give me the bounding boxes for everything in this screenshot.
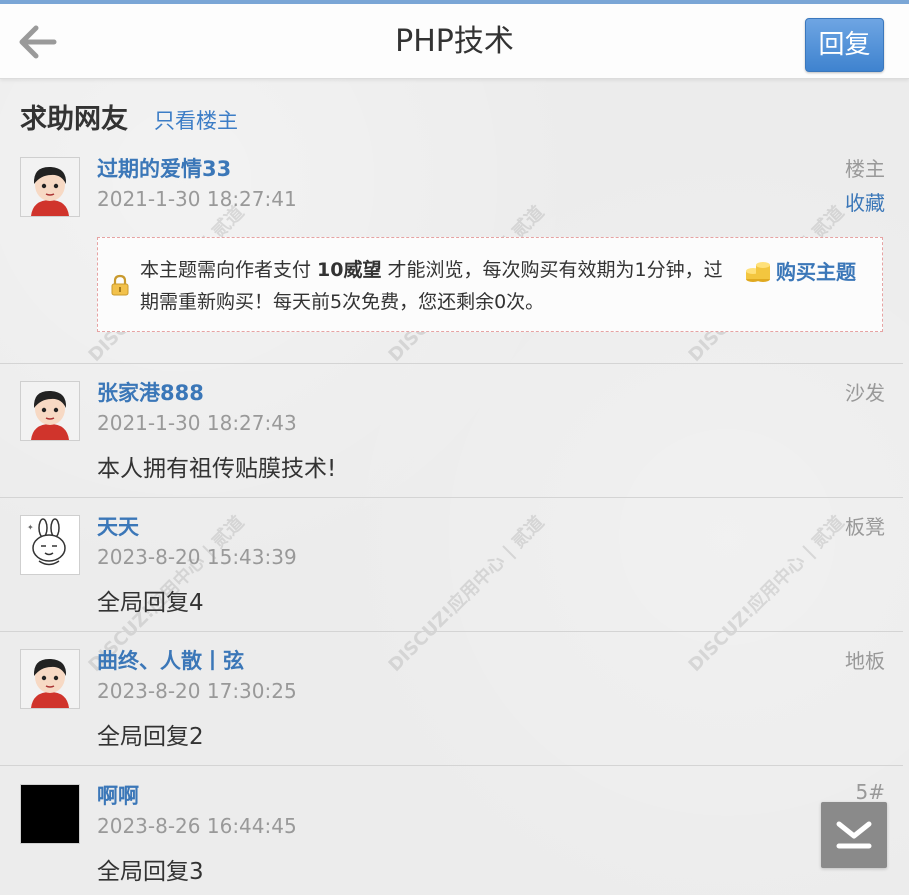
post-author[interactable]: 曲终、人散丨弦 [97, 645, 244, 675]
post-item: 啊啊 2023-8-26 16:44:45 5# 全局回复3 [0, 780, 903, 895]
post-item: ✦ 天天 2023-8-20 15:43:39 板凳 全局回复4 [0, 515, 903, 632]
post-floor: 楼主 [845, 157, 885, 181]
header-bar: PHP技术 回复 [0, 4, 909, 79]
rabbit-avatar-icon: ✦ [21, 516, 79, 574]
post-item: 过期的爱情33 2021-1-30 18:27:41 楼主 收藏 本主题需向作者… [0, 157, 903, 364]
avatar[interactable]: ✦ [20, 515, 80, 575]
post-content: 全局回复4 [97, 590, 204, 616]
svg-text:✦: ✦ [27, 523, 34, 532]
post-floor: 沙发 [845, 381, 885, 405]
cartoon-boy-avatar-icon [21, 650, 79, 708]
post-time: 2023-8-26 16:44:45 [97, 814, 297, 838]
post-time: 2023-8-20 15:43:39 [97, 545, 297, 569]
paid-content-notice: 本主题需向作者支付 10威望 才能浏览，每次购买有效期为1分钟，过期需重新购买！… [97, 237, 883, 332]
post-author[interactable]: 张家港888 [97, 377, 204, 407]
post-content: 本人拥有祖传贴膜技术! [97, 456, 337, 482]
post-content: 全局回复2 [97, 724, 204, 750]
scroll-to-bottom-button[interactable] [821, 802, 887, 868]
thread-title: 求助网友 [20, 104, 128, 135]
post-floor: 板凳 [845, 515, 885, 539]
buy-thread-link[interactable]: 购买主题 [744, 256, 856, 285]
post-floor: 5# [855, 780, 885, 804]
paid-text-before: 本主题需向作者支付 [140, 259, 318, 281]
page-title: PHP技术 [395, 24, 514, 59]
thread-page: PHP技术 回复 求助网友 只看楼主 DISCUZ!应用中心 | 贰道 DISC… [0, 0, 909, 895]
thread-header: 求助网友 只看楼主 [20, 97, 238, 137]
paid-price: 10威望 [317, 259, 382, 281]
avatar[interactable] [20, 784, 80, 844]
lock-icon [111, 274, 129, 296]
reply-button[interactable]: 回复 [805, 18, 884, 72]
cartoon-boy-avatar-icon [21, 382, 79, 440]
post-item: 曲终、人散丨弦 2023-8-20 17:30:25 地板 全局回复2 [0, 649, 903, 766]
post-item: 张家港888 2021-1-30 18:27:43 沙发 本人拥有祖传贴膜技术! [0, 381, 903, 498]
buy-thread-label: 购买主题 [776, 260, 856, 284]
only-op-link[interactable]: 只看楼主 [154, 105, 238, 135]
paid-content-text: 本主题需向作者支付 10威望 才能浏览，每次购买有效期为1分钟，过期需重新购买！… [140, 254, 740, 318]
post-floor: 地板 [845, 649, 885, 673]
black-avatar-icon [21, 785, 79, 843]
post-time: 2021-1-30 18:27:41 [97, 187, 297, 211]
avatar[interactable] [20, 649, 80, 709]
post-author[interactable]: 过期的爱情33 [97, 153, 231, 183]
post-time: 2021-1-30 18:27:43 [97, 411, 297, 435]
cartoon-boy-avatar-icon [21, 158, 79, 216]
arrow-down-to-line-icon [836, 821, 872, 849]
post-author[interactable]: 啊啊 [97, 780, 139, 810]
favorite-link[interactable]: 收藏 [845, 187, 885, 216]
avatar[interactable] [20, 157, 80, 217]
post-content: 全局回复3 [97, 859, 204, 885]
coins-icon [746, 261, 770, 282]
avatar[interactable] [20, 381, 80, 441]
post-time: 2023-8-20 17:30:25 [97, 679, 297, 703]
post-author[interactable]: 天天 [97, 511, 139, 541]
